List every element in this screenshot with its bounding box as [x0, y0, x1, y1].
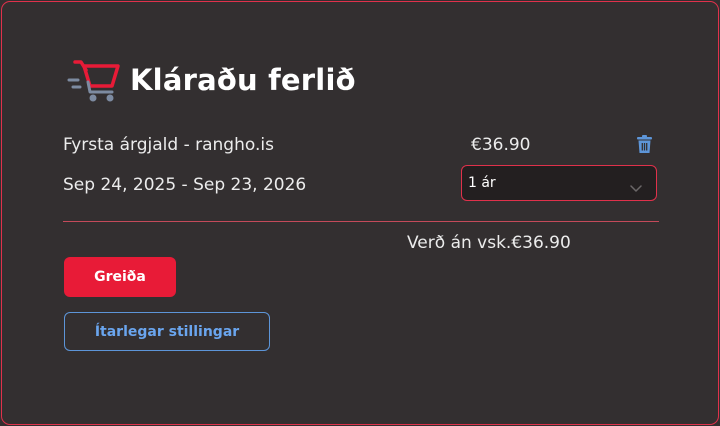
period-select-value: 1 ár	[468, 175, 496, 191]
item-dates: Sep 24, 2025 - Sep 23, 2026	[63, 175, 307, 195]
item-name: Fyrsta árgjald - rangho.is	[63, 135, 274, 155]
checkout-panel: Kláraðu ferlið Fyrsta árgjald - rangho.i…	[1, 1, 719, 425]
shopping-cart-icon	[66, 56, 122, 104]
chevron-down-icon	[630, 178, 642, 192]
advanced-settings-button[interactable]: Ítarlegar stillingar	[64, 312, 270, 351]
pay-button[interactable]: Greiða	[64, 257, 176, 297]
page-title: Kláraðu ferlið	[130, 63, 356, 97]
item-price: €36.90	[471, 135, 531, 155]
checkout-header: Kláraðu ferlið	[66, 55, 356, 105]
trash-icon[interactable]	[636, 135, 653, 154]
subtotal-excl-vat: Verð án vsk.€36.90	[407, 233, 571, 253]
period-select[interactable]: 1 ár	[461, 165, 657, 201]
divider	[63, 221, 659, 222]
